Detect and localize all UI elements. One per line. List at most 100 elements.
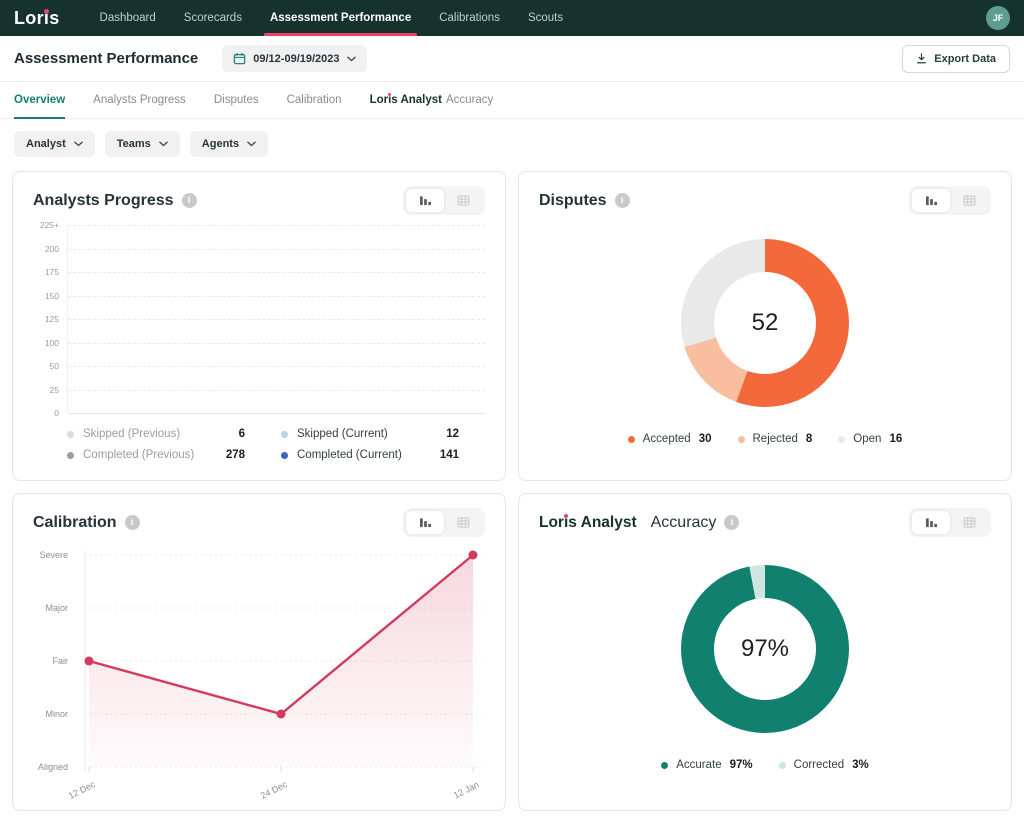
card-title: Calibration: [33, 514, 117, 532]
legend-item: Completed (Previous) 278: [67, 449, 245, 461]
date-range-picker[interactable]: 09/12-09/19/2023: [222, 45, 366, 72]
chart-view-button[interactable]: [406, 511, 444, 534]
gridline: [68, 296, 485, 297]
legend-item: Completed (Current) 141: [281, 449, 459, 461]
logo-text: Loris: [14, 8, 60, 28]
gridline: [68, 366, 485, 367]
info-icon[interactable]: i: [724, 515, 739, 530]
table-icon: [457, 195, 470, 206]
loris-logo[interactable]: Loris: [14, 8, 60, 29]
legend-label: Open: [853, 433, 881, 445]
chevron-down-icon: [159, 141, 168, 147]
nav-item-calibrations[interactable]: Calibrations: [425, 0, 514, 36]
chart-view-button[interactable]: [912, 511, 950, 534]
disputes-donut-chart: 52: [681, 239, 849, 407]
info-icon[interactable]: i: [182, 193, 197, 208]
table-view-button[interactable]: [444, 189, 482, 212]
nav-item-dashboard[interactable]: Dashboard: [86, 0, 170, 36]
legend-dot: [281, 452, 288, 459]
accuracy-donut-chart: 97%: [681, 565, 849, 733]
logo-pink-dot-icon: [44, 9, 49, 14]
legend-label: Corrected: [794, 759, 845, 771]
legend-value: 16: [889, 433, 902, 445]
bar-chart-icon: [925, 517, 938, 528]
filter-analyst[interactable]: Analyst: [14, 131, 95, 157]
tab-disputes[interactable]: Disputes: [214, 82, 259, 118]
legend-item: Accepted 30: [628, 433, 712, 445]
card-calibration: Calibration i SevereMajorFairMinorAligne…: [12, 493, 506, 811]
legend-item: Skipped (Previous) 6: [67, 428, 245, 440]
table-view-button[interactable]: [444, 511, 482, 534]
navbar: Loris Dashboard Scorecards Assessment Pe…: [0, 0, 1024, 36]
chevron-down-icon: [347, 56, 356, 62]
nav-items: Dashboard Scorecards Assessment Performa…: [86, 0, 986, 36]
x-axis: 12 Dec24 Dec12 Jan: [77, 777, 485, 805]
legend-label: Completed (Current): [297, 449, 431, 461]
legend-item: Rejected 8: [738, 433, 813, 445]
y-axis: SevereMajorFairMinorAligned: [33, 545, 77, 777]
view-toggle: [909, 186, 991, 215]
chart-view-button[interactable]: [406, 189, 444, 212]
legend-value: 97%: [730, 759, 753, 771]
gridline: [68, 272, 485, 273]
info-icon[interactable]: i: [615, 193, 630, 208]
nav-item-scorecards[interactable]: Scorecards: [170, 0, 256, 36]
avatar[interactable]: JF: [986, 6, 1010, 30]
table-icon: [963, 195, 976, 206]
table-view-button[interactable]: [950, 189, 988, 212]
card-title: Analysts Progress: [33, 192, 174, 210]
axis-tick-label: 200: [45, 244, 59, 254]
nav-item-scouts[interactable]: Scouts: [514, 0, 577, 36]
legend-value: 12: [446, 428, 459, 440]
legend-item: Open 16: [838, 433, 902, 445]
card-loris-analyst-accuracy: Loris Analyst Accuracy i: [518, 493, 1012, 811]
export-data-button[interactable]: Export Data: [902, 45, 1010, 73]
chevron-down-icon: [74, 141, 83, 147]
axis-tick-label: 125: [45, 314, 59, 324]
page-header: Assessment Performance 09/12-09/19/2023 …: [0, 36, 1024, 82]
legend-dot: [738, 436, 745, 443]
legend-dot: [838, 436, 845, 443]
bar-chart-icon: [925, 195, 938, 206]
tab-calibration[interactable]: Calibration: [287, 82, 342, 118]
axis-tick-label: 0: [54, 408, 59, 418]
legend-value: 141: [440, 449, 459, 461]
tab-loris-analyst-accuracy[interactable]: Loris Analyst Accuracy: [370, 82, 494, 118]
legend-label: Accurate: [676, 759, 721, 771]
legend-dot: [628, 436, 635, 443]
tab-analysts-progress[interactable]: Analysts Progress: [93, 82, 186, 118]
legend: Accepted 30 Rejected 8 Open 16: [628, 433, 902, 445]
bar-chart-icon: [419, 195, 432, 206]
table-view-button[interactable]: [950, 511, 988, 534]
legend-dot: [67, 431, 74, 438]
filter-agents[interactable]: Agents: [190, 131, 268, 157]
legend-value: 278: [226, 449, 245, 461]
card-disputes: Disputes i 52: [518, 171, 1012, 481]
info-icon[interactable]: i: [125, 515, 140, 530]
analysts-progress-chart: 225+20017515012510050250: [33, 225, 485, 413]
legend-value: 3%: [852, 759, 869, 771]
axis-tick-label: Minor: [45, 709, 68, 719]
axis-tick-label: 12 Dec: [67, 779, 97, 801]
chart-view-button[interactable]: [912, 189, 950, 212]
axis-tick-label: Severe: [39, 550, 68, 560]
legend-label: Completed (Previous): [83, 449, 217, 461]
brand-pink-dot-icon: [388, 93, 391, 96]
download-icon: [916, 53, 927, 64]
export-data-label: Export Data: [934, 53, 996, 65]
nav-item-assessment-performance[interactable]: Assessment Performance: [256, 0, 425, 36]
filter-teams-label: Teams: [117, 138, 151, 150]
legend-label: Skipped (Current): [297, 428, 437, 440]
axis-tick-label: 24 Dec: [259, 779, 289, 801]
filter-teams[interactable]: Teams: [105, 131, 180, 157]
table-icon: [963, 517, 976, 528]
legend-item: Accurate 97%: [661, 759, 752, 771]
legend-value: 8: [806, 433, 812, 445]
loris-analyst-brand: Loris Analyst: [539, 514, 637, 532]
bar-current: [285, 410, 385, 412]
axis-tick-label: Major: [45, 603, 68, 613]
line-plot: [77, 545, 485, 777]
axis-tick-label: Aligned: [38, 762, 68, 772]
brand-pink-dot-icon: [564, 514, 568, 518]
tab-overview[interactable]: Overview: [14, 82, 65, 118]
